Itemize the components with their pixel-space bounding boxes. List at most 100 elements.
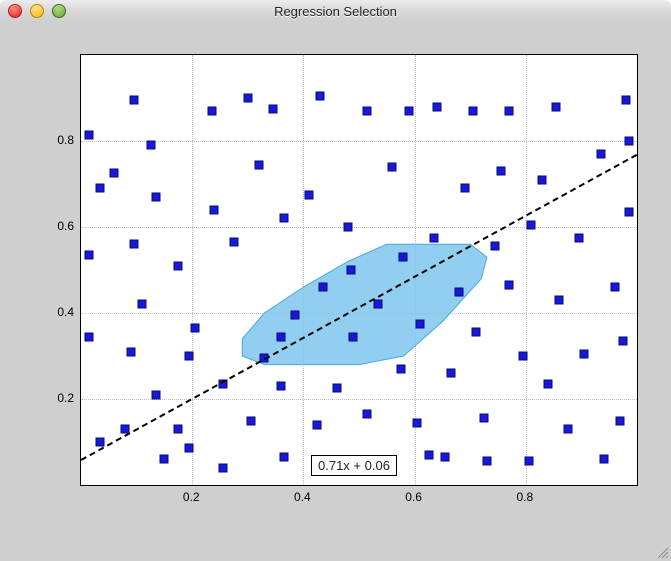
data-point[interactable]	[110, 169, 119, 178]
data-point[interactable]	[363, 106, 372, 115]
y-tick-label: 0.8	[24, 133, 74, 147]
data-point[interactable]	[388, 162, 397, 171]
data-point[interactable]	[185, 352, 194, 361]
data-point[interactable]	[524, 457, 533, 466]
data-point[interactable]	[574, 233, 583, 242]
data-point[interactable]	[468, 106, 477, 115]
data-point[interactable]	[496, 167, 505, 176]
data-point[interactable]	[544, 379, 553, 388]
data-point[interactable]	[96, 184, 105, 193]
data-point[interactable]	[243, 94, 252, 103]
data-point[interactable]	[291, 311, 300, 320]
data-point[interactable]	[316, 91, 325, 100]
data-point[interactable]	[279, 453, 288, 462]
data-point[interactable]	[363, 410, 372, 419]
data-point[interactable]	[207, 106, 216, 115]
gridline-horizontal	[81, 227, 637, 228]
data-point[interactable]	[416, 319, 425, 328]
data-point[interactable]	[277, 332, 286, 341]
data-point[interactable]	[538, 175, 547, 184]
app-window: Regression Selection 0.71x + 0.06 0.2 0.4…	[0, 0, 671, 561]
data-point[interactable]	[129, 96, 138, 105]
data-point[interactable]	[229, 238, 238, 247]
data-point[interactable]	[491, 242, 500, 251]
gridline-vertical	[192, 55, 193, 485]
data-point[interactable]	[318, 283, 327, 292]
data-point[interactable]	[127, 347, 136, 356]
data-point[interactable]	[185, 444, 194, 453]
data-point[interactable]	[621, 96, 630, 105]
data-point[interactable]	[580, 349, 589, 358]
data-point[interactable]	[552, 102, 561, 111]
data-point[interactable]	[399, 253, 408, 262]
minimize-icon[interactable]	[30, 4, 44, 18]
data-point[interactable]	[160, 455, 169, 464]
data-point[interactable]	[624, 137, 633, 146]
data-point[interactable]	[343, 223, 352, 232]
data-point[interactable]	[254, 160, 263, 169]
window-title: Regression Selection	[274, 4, 397, 19]
data-point[interactable]	[430, 233, 439, 242]
y-tick-label: 0.2	[24, 391, 74, 405]
data-point[interactable]	[210, 205, 219, 214]
data-point[interactable]	[279, 214, 288, 223]
data-point[interactable]	[332, 384, 341, 393]
data-point[interactable]	[413, 418, 422, 427]
gridline-vertical	[303, 55, 304, 485]
data-point[interactable]	[619, 336, 628, 345]
data-point[interactable]	[610, 283, 619, 292]
data-point[interactable]	[146, 141, 155, 150]
data-point[interactable]	[482, 457, 491, 466]
x-tick-label: 0.4	[294, 490, 311, 504]
data-point[interactable]	[129, 240, 138, 249]
data-point[interactable]	[218, 463, 227, 472]
titlebar[interactable]: Regression Selection	[0, 0, 671, 23]
data-point[interactable]	[277, 382, 286, 391]
data-point[interactable]	[563, 425, 572, 434]
data-point[interactable]	[174, 261, 183, 270]
data-point[interactable]	[455, 287, 464, 296]
data-point[interactable]	[85, 250, 94, 259]
data-point[interactable]	[505, 281, 514, 290]
x-tick-label: 0.8	[516, 490, 533, 504]
data-point[interactable]	[616, 416, 625, 425]
data-point[interactable]	[460, 184, 469, 193]
gridline-horizontal	[81, 141, 637, 142]
y-tick-label: 0.6	[24, 219, 74, 233]
data-point[interactable]	[152, 192, 161, 201]
data-point[interactable]	[313, 420, 322, 429]
data-point[interactable]	[599, 455, 608, 464]
data-point[interactable]	[405, 106, 414, 115]
data-point[interactable]	[85, 130, 94, 139]
data-point[interactable]	[85, 332, 94, 341]
data-point[interactable]	[596, 149, 605, 158]
data-point[interactable]	[152, 390, 161, 399]
data-point[interactable]	[441, 453, 450, 462]
data-point[interactable]	[527, 220, 536, 229]
data-point[interactable]	[174, 425, 183, 434]
data-point[interactable]	[480, 414, 489, 423]
data-point[interactable]	[304, 190, 313, 199]
data-point[interactable]	[432, 102, 441, 111]
close-icon[interactable]	[8, 4, 22, 18]
data-point[interactable]	[424, 450, 433, 459]
data-point[interactable]	[374, 300, 383, 309]
data-point[interactable]	[519, 352, 528, 361]
window-controls	[8, 4, 66, 18]
data-point[interactable]	[349, 332, 358, 341]
data-point[interactable]	[190, 324, 199, 333]
data-point[interactable]	[471, 328, 480, 337]
data-point[interactable]	[396, 364, 405, 373]
data-point[interactable]	[246, 416, 255, 425]
data-point[interactable]	[505, 106, 514, 115]
data-point[interactable]	[138, 300, 147, 309]
data-point[interactable]	[268, 104, 277, 113]
data-point[interactable]	[624, 207, 633, 216]
resize-grip-icon[interactable]	[655, 545, 669, 559]
data-point[interactable]	[446, 369, 455, 378]
zoom-icon[interactable]	[52, 4, 66, 18]
x-tick-label: 0.6	[405, 490, 422, 504]
data-point[interactable]	[555, 296, 564, 305]
data-point[interactable]	[346, 266, 355, 275]
plot-axes[interactable]: 0.71x + 0.06	[80, 54, 638, 486]
